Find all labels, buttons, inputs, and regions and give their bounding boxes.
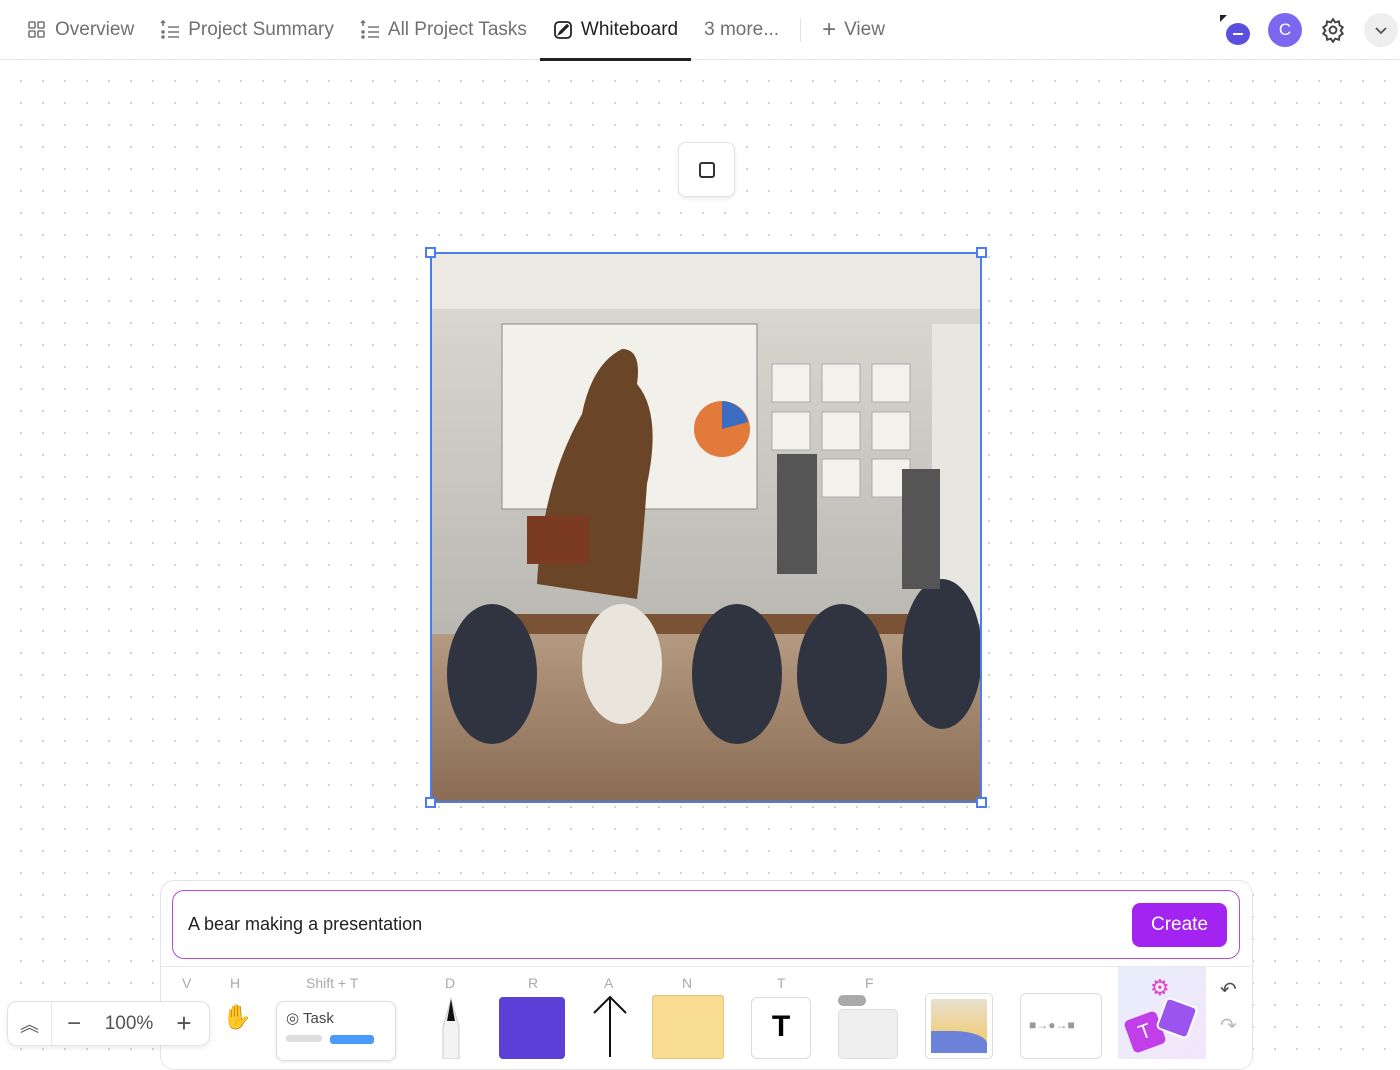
key-hint: V [182,975,192,991]
check-circle-icon: ◎ [286,1010,300,1027]
avatar[interactable]: C [1268,13,1302,47]
square-icon [698,161,715,178]
add-view-button[interactable]: + View [809,0,898,60]
list-icon [360,19,379,39]
image-bear-presentation [432,254,982,801]
key-hint: N [682,975,693,991]
zoom-in-button[interactable]: + [162,1008,206,1039]
image-tool[interactable] [925,993,993,1059]
tab-project-summary[interactable]: Project Summary [147,0,347,60]
generated-image[interactable] [425,247,987,808]
redo-icon[interactable]: ↷ [1220,1013,1237,1038]
collapse-icon[interactable]: ︽ [8,1002,52,1045]
rectangle-tool[interactable] [499,997,565,1059]
tab-all-project-tasks[interactable]: All Project Tasks [347,0,540,60]
key-hint: D [445,975,456,991]
mindmap-tool[interactable]: ■→●→■ [1020,993,1102,1059]
resize-handle[interactable] [425,247,436,258]
tab-whiteboard[interactable]: Whiteboard [539,0,692,61]
chat-icon[interactable] [1220,15,1250,45]
list-icon [160,19,180,39]
tab-label: Whiteboard [580,18,679,40]
tab-label: Overview [55,18,135,40]
pen-tool[interactable] [435,997,467,1059]
arrow-tool[interactable] [590,995,630,1057]
tab-overview[interactable]: Overview [14,0,147,60]
undo-icon[interactable]: ↶ [1220,977,1237,1002]
resize-handle[interactable] [425,797,436,808]
plus-icon: + [822,15,837,43]
add-view-label: View [844,18,885,40]
key-hint: Shift + T [306,975,359,991]
tab-label: All Project Tasks [387,18,527,40]
resize-handle[interactable] [976,247,987,258]
whiteboard-icon [554,20,572,39]
shape-button[interactable] [678,142,735,197]
key-hint: H [230,975,241,991]
top-nav: Overview Project Summary All Project Tas… [0,0,1400,61]
task-tool[interactable]: ◎ Task [276,1001,396,1061]
tab-label: Project Summary [188,18,334,40]
grid-icon [28,20,45,38]
zoom-level: 100% [104,1012,154,1034]
gear-icon[interactable] [1320,17,1346,43]
tab-label: 3 more... [704,18,780,40]
chevron-down-icon[interactable] [1364,13,1398,47]
resize-handle[interactable] [976,797,987,808]
key-hint: R [528,975,539,991]
divider [800,17,802,42]
hand-tool[interactable]: ✋ [222,1003,252,1032]
create-button[interactable]: Create [1132,902,1227,947]
key-hint: F [865,975,874,991]
ai-tool[interactable]: T ⚙ [1118,967,1206,1059]
prompt-input[interactable] [188,914,1132,935]
key-hint: A [604,975,614,991]
toolbar: V H Shift + T D R A N T F ✋ ◎ Task T ■→●… [160,966,1253,1061]
tab-more[interactable]: 3 more... [691,0,792,60]
key-hint: T [777,975,786,991]
zoom-out-button[interactable]: − [52,1010,96,1038]
zoom-controls: ︽ − 100% + [7,1001,210,1046]
sticky-note-tool[interactable] [652,995,724,1059]
task-label: Task [303,1010,334,1027]
prompt-box: Create [172,890,1240,959]
frame-tool[interactable] [838,995,898,1059]
text-tool[interactable]: T [751,997,811,1059]
